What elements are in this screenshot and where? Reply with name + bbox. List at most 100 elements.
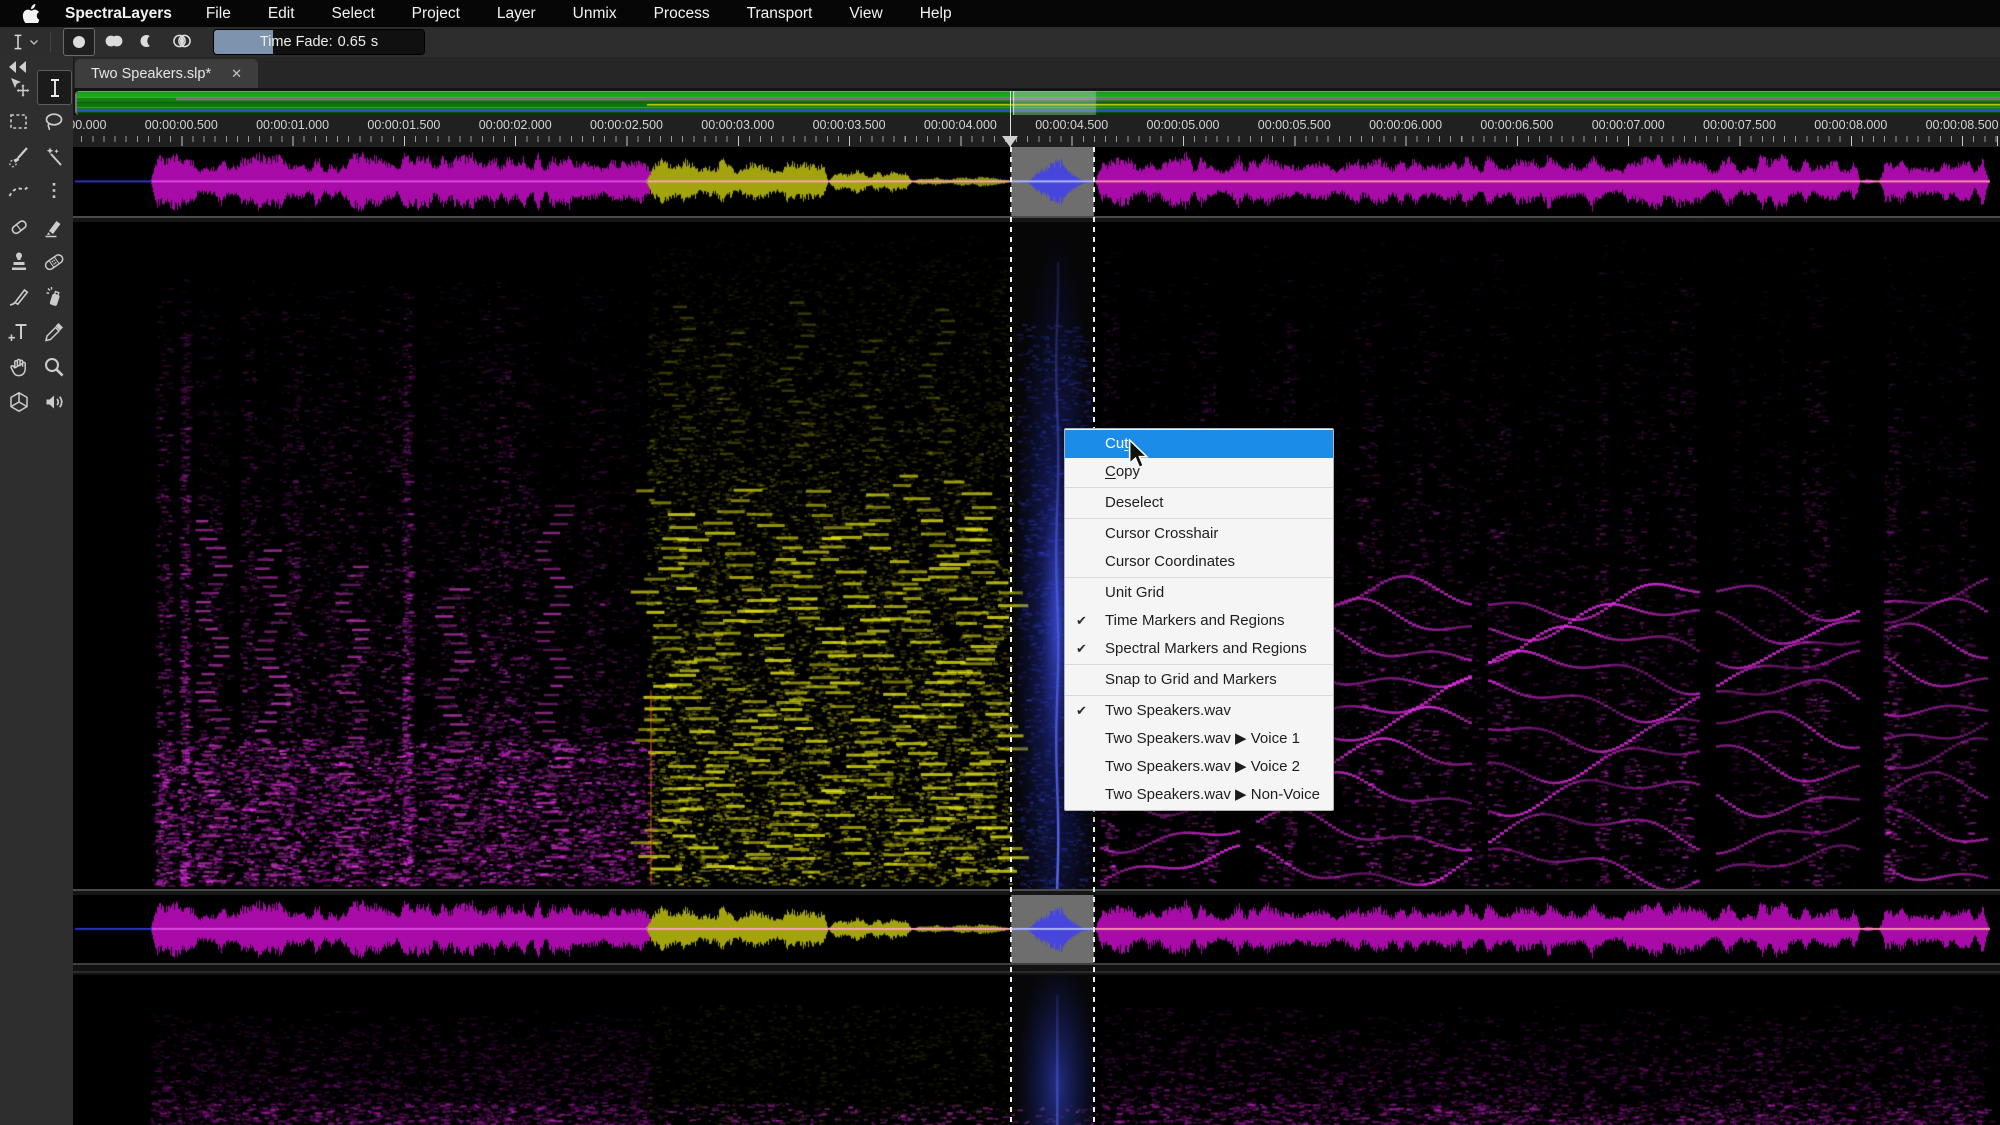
dotted-line-tool[interactable]: [37, 175, 70, 208]
selection-left-edge[interactable]: [1010, 147, 1012, 1125]
clone-stamp-tool-icon: [7, 250, 31, 274]
menubar-item-transport[interactable]: Transport: [747, 5, 813, 23]
transform-tool-icon: [7, 75, 31, 99]
menubar-item-file[interactable]: File: [206, 5, 231, 23]
menu-item-copy[interactable]: Copy: [1065, 458, 1333, 486]
three-d-display-tool[interactable]: [2, 385, 35, 418]
menu-item-spectral-markers-and-regions[interactable]: ✔Spectral Markers and Regions: [1065, 635, 1333, 663]
tab-bar: Two Speakers.slp* ✕: [73, 57, 2000, 88]
text-tool-icon: [7, 320, 31, 344]
ruler-major-ticks: [73, 136, 2000, 146]
subtract-selection-mode-button[interactable]: [133, 28, 163, 54]
playhead-marker[interactable]: [1002, 136, 1018, 147]
time-fade-slider[interactable]: Time Fade: 0.65 s: [213, 29, 425, 55]
tool-sidebar: [0, 57, 74, 1125]
brush-select-tool[interactable]: [2, 140, 35, 173]
playback-tool-icon: [42, 390, 66, 414]
tab-label: Two Speakers.slp*: [91, 66, 211, 82]
magic-wand-tool[interactable]: [37, 140, 70, 173]
menu-item-time-markers-and-regions[interactable]: ✔Time Markers and Regions: [1065, 607, 1333, 635]
timeline-overview-bar[interactable]: [75, 91, 2000, 115]
waveform-strip-top[interactable]: [73, 147, 2000, 216]
time-fade-unit: s: [371, 34, 378, 50]
menubar-item-layer[interactable]: Layer: [497, 5, 536, 23]
hand-tool[interactable]: [2, 350, 35, 383]
ruler-label: 00:00:06.000: [1369, 118, 1442, 132]
menu-item-two-speakers-wav-non-voice[interactable]: Two Speakers.wav ▶ Non-Voice: [1065, 781, 1333, 809]
menu-item-two-speakers-wav[interactable]: ✔Two Speakers.wav: [1065, 697, 1333, 725]
zoom-tool[interactable]: [37, 350, 70, 383]
checkmark-icon: ✔: [1076, 635, 1087, 663]
rectangle-select-tool[interactable]: [2, 105, 35, 138]
ruler-label: 00:00:03.500: [813, 118, 886, 132]
patch-tool[interactable]: [37, 245, 70, 278]
lasso-tool[interactable]: [37, 105, 70, 138]
new-selection-mode-button[interactable]: [63, 28, 95, 56]
menubar-item-process[interactable]: Process: [654, 5, 710, 23]
time-selection-tool[interactable]: [37, 70, 72, 105]
menu-item-two-speakers-wav-voice-1[interactable]: Two Speakers.wav ▶ Voice 1: [1065, 725, 1333, 753]
ruler-label: 00:00:00.000: [73, 118, 107, 132]
time-selection-icon: [8, 32, 28, 52]
eyedropper-tool-icon: [42, 320, 66, 344]
selection-mode-buttons: [61, 28, 199, 56]
intersect-selection-mode-icon: [170, 29, 194, 53]
clone-stamp-tool[interactable]: [2, 245, 35, 278]
menu-item-deselect[interactable]: Deselect: [1065, 489, 1333, 517]
highlighter-tool[interactable]: [37, 210, 70, 243]
ruler-label: 00:00:05.500: [1258, 118, 1331, 132]
spectrogram-main[interactable]: [73, 222, 2000, 889]
spray-tool[interactable]: [37, 280, 70, 313]
freehand-select-tool[interactable]: [2, 175, 35, 208]
transform-tool[interactable]: [2, 70, 35, 103]
apple-menu[interactable]: [22, 4, 39, 23]
menu-separator: [1065, 487, 1333, 488]
menubar-item-view[interactable]: View: [849, 5, 882, 23]
current-tool-button[interactable]: [8, 32, 40, 52]
menu-separator: [1065, 695, 1333, 696]
intersect-selection-mode-button[interactable]: [167, 28, 197, 54]
menu-item-cursor-coordinates[interactable]: Cursor Coordinates: [1065, 548, 1333, 576]
spectrogram-bottom[interactable]: [73, 975, 2000, 1125]
ruler-label: 00:00:06.500: [1480, 118, 1553, 132]
panel-divider[interactable]: [73, 963, 2000, 975]
tab-two-speakers[interactable]: Two Speakers.slp* ✕: [75, 59, 258, 88]
ruler-label: 00:00:07.000: [1592, 118, 1665, 132]
menubar-item-select[interactable]: Select: [332, 5, 375, 23]
playback-tool[interactable]: [37, 385, 70, 418]
ruler-label: 00:00:01.000: [256, 118, 329, 132]
menu-item-cursor-crosshair[interactable]: Cursor Crosshair: [1065, 520, 1333, 548]
menubar-item-help[interactable]: Help: [920, 5, 952, 23]
zoom-tool-icon: [42, 355, 66, 379]
subtract-selection-mode-icon: [136, 29, 160, 53]
menubar-items: File Edit Select Project Layer Unmix Process Tr…: [206, 5, 952, 23]
menu-item-unit-grid[interactable]: Unit Grid: [1065, 579, 1333, 607]
ruler-label: 00:00:00.500: [145, 118, 218, 132]
ruler-label: 00:00:04.000: [924, 118, 997, 132]
time-ruler[interactable]: 00:00:00.000 00:00:00.500 00:00:01.000 00:0…: [73, 115, 2000, 147]
text-tool[interactable]: [2, 315, 35, 348]
menu-item-two-speakers-wav-voice-2[interactable]: Two Speakers.wav ▶ Voice 2: [1065, 753, 1333, 781]
retouch-pen-tool-icon: [7, 285, 31, 309]
menubar-item-project[interactable]: Project: [412, 5, 460, 23]
eraser-tool[interactable]: [2, 210, 35, 243]
ruler-label: 00:00:04.500: [1035, 118, 1108, 132]
menu-item-cut[interactable]: Cut: [1065, 430, 1333, 458]
ruler-label: 00:00:05.000: [1147, 118, 1220, 132]
chevron-down-icon: [28, 36, 40, 48]
mouse-cursor: [1126, 439, 1150, 469]
eyedropper-tool[interactable]: [37, 315, 70, 348]
menubar-item-unmix[interactable]: Unmix: [573, 5, 617, 23]
waveform-strip-bottom[interactable]: [73, 895, 2000, 963]
new-selection-mode-icon: [67, 30, 91, 54]
context-menu: CutCopy Deselect Cursor CrosshairCursor Co…: [1064, 428, 1334, 811]
menubar-item-edit[interactable]: Edit: [268, 5, 295, 23]
highlighter-tool-icon: [42, 215, 66, 239]
retouch-pen-tool[interactable]: [2, 280, 35, 313]
menu-item-snap-to-grid-and-markers[interactable]: Snap to Grid and Markers: [1065, 666, 1333, 694]
app-name[interactable]: SpectraLayers: [65, 5, 172, 23]
add-selection-mode-button[interactable]: [99, 28, 129, 54]
apple-icon: [22, 4, 39, 23]
tab-close-icon[interactable]: ✕: [231, 66, 242, 82]
add-selection-mode-icon: [102, 29, 126, 53]
